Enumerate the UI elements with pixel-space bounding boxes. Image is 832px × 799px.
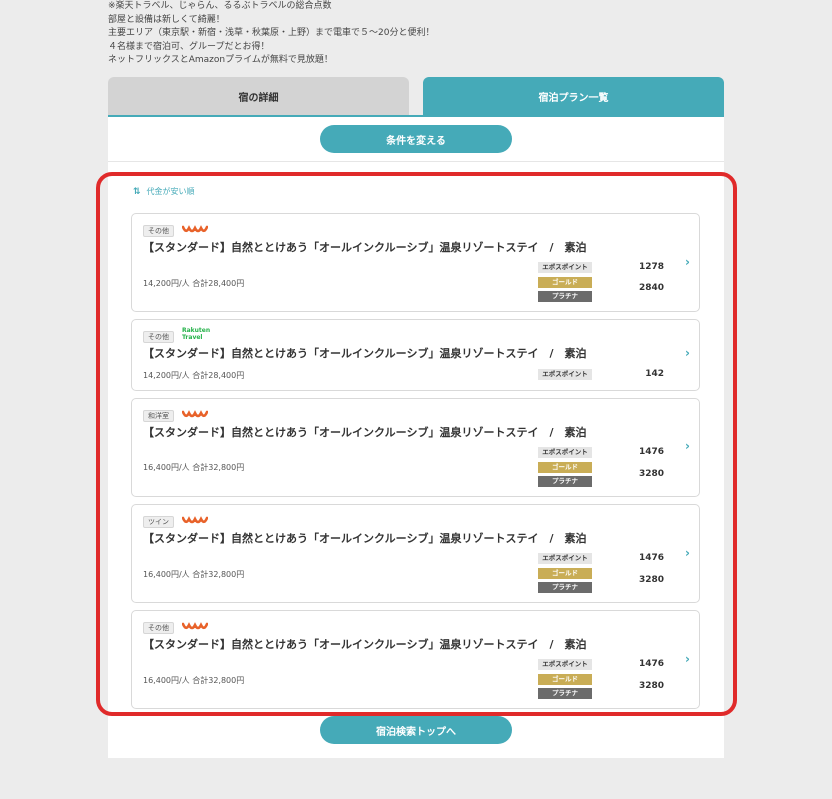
change-conditions-button[interactable]: 条件を変える xyxy=(320,125,512,153)
description-line: ※楽天トラベル、じゃらん、るるぶトラベルの総合点数 xyxy=(108,1,332,11)
highlight-frame xyxy=(96,172,737,716)
description-line: ４名様まで宿泊可、グループだとお得！ xyxy=(108,41,270,52)
description-line: ネットフリックスとAmazonプライムが無料で見放題！ xyxy=(108,55,333,65)
tab-hotel-details[interactable]: 宿の詳細 xyxy=(108,77,409,115)
tab-bar: 宿の詳細 宿泊プラン一覧 xyxy=(108,77,724,117)
description-line: 主要エリア（東京駅・新宿・浅草・秋葉原・上野）まで電車で５〜20分と便利！ xyxy=(108,28,435,38)
description-line: 部屋と設備は新しくて綺麗！ xyxy=(108,14,225,25)
hotel-description: ※楽天トラベル、じゃらん、るるぶトラベルの総合点数 部屋と設備は新しくて綺麗！ … xyxy=(108,0,708,68)
tab-plan-list[interactable]: 宿泊プラン一覧 xyxy=(423,77,724,115)
back-to-search-top-button[interactable]: 宿泊検索トップへ xyxy=(320,716,512,744)
divider xyxy=(108,161,724,162)
